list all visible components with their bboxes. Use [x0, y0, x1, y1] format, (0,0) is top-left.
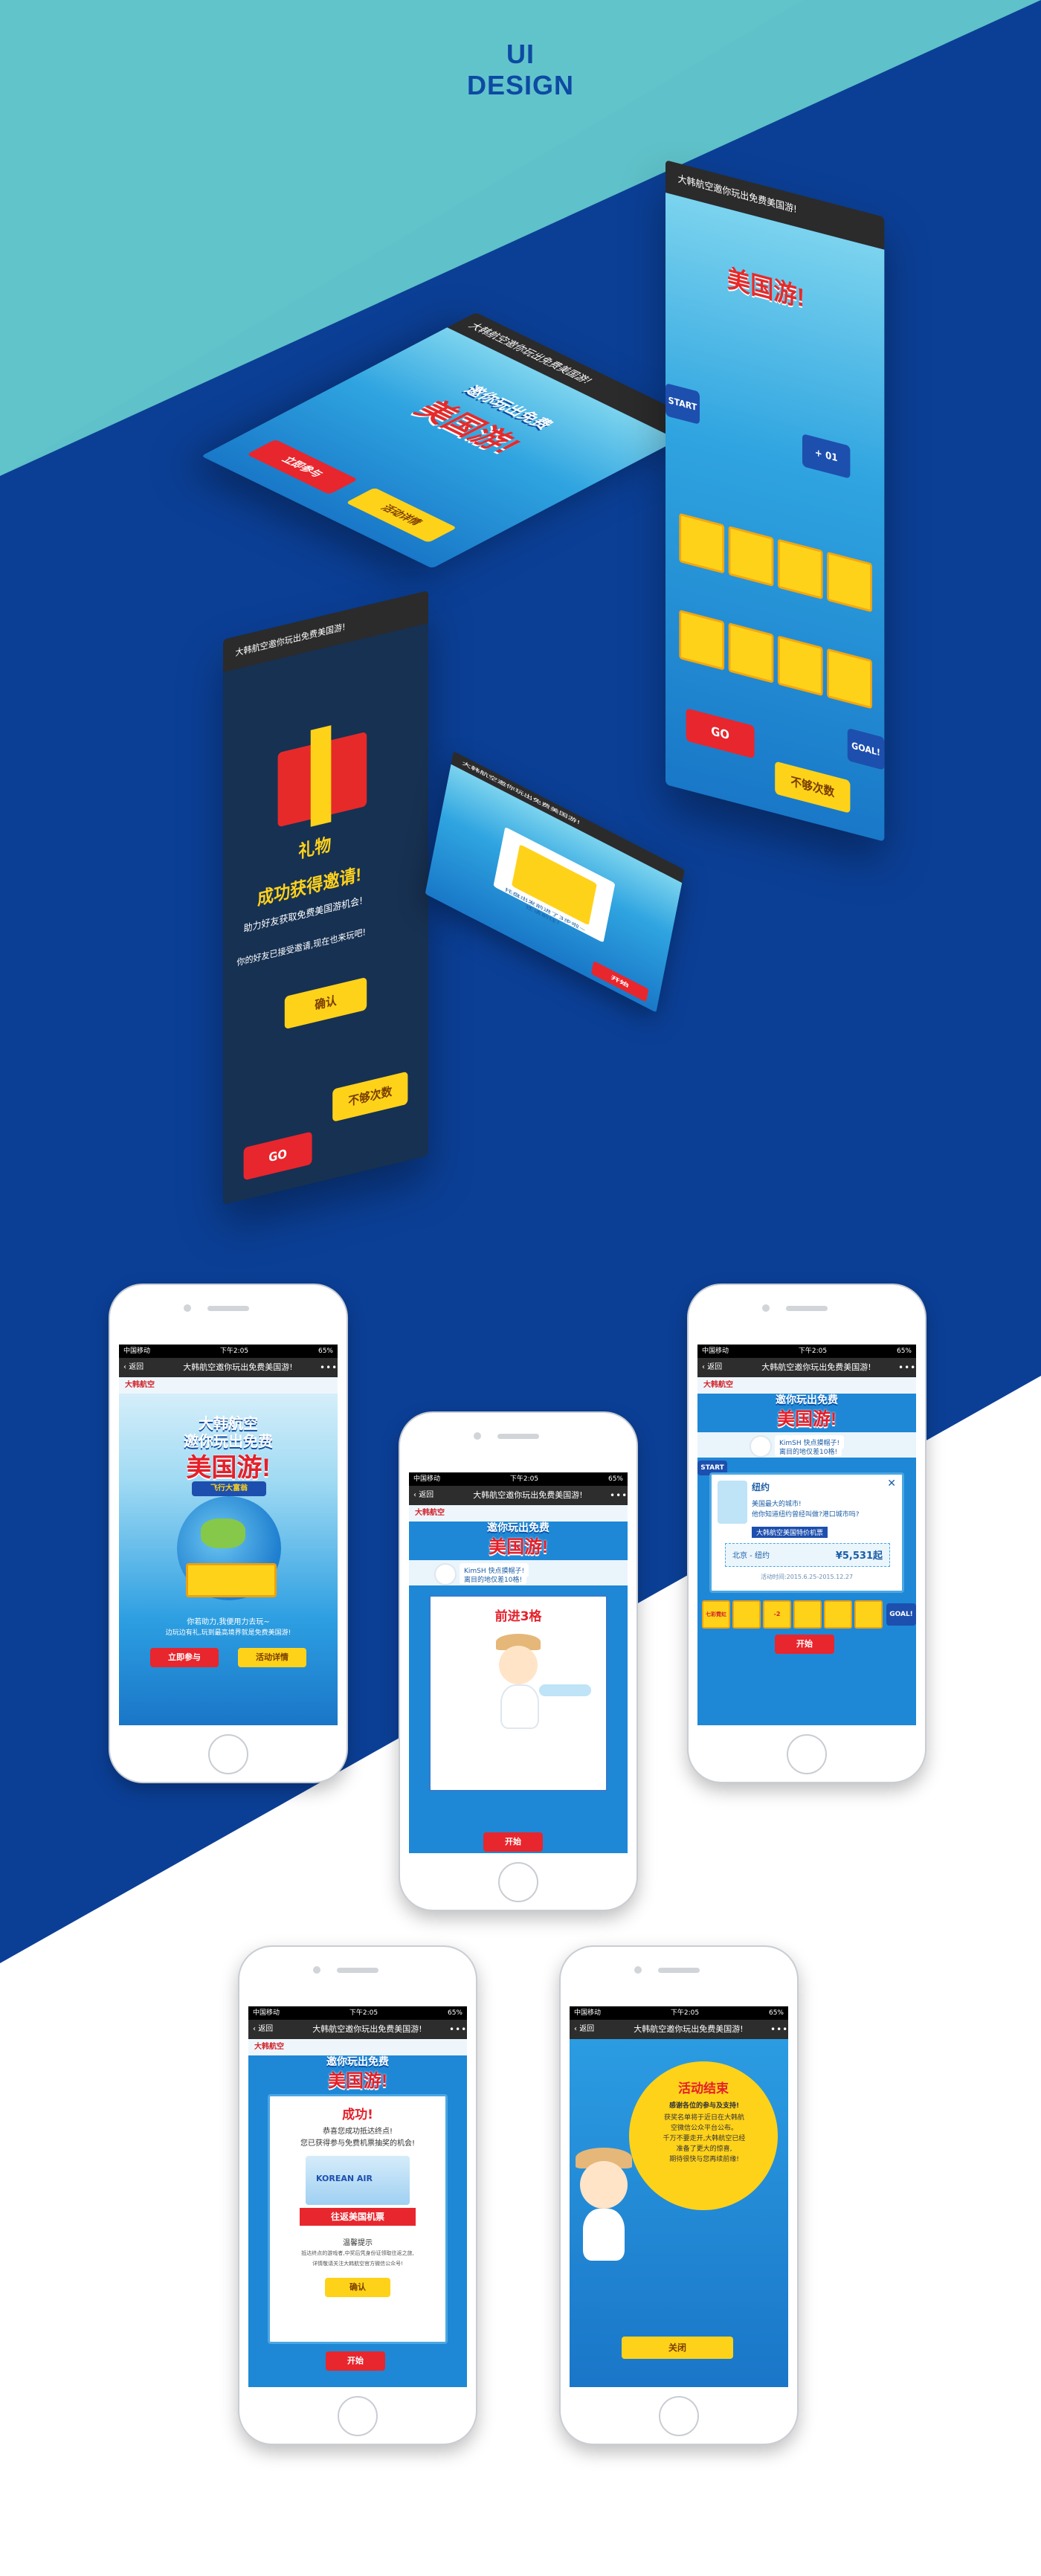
- plane-icon: [539, 1684, 591, 1696]
- ended-line5: 准备了更大的惊喜,: [676, 2145, 732, 2153]
- success-confirm-button[interactable]: 确认: [325, 2278, 390, 2297]
- game-board-illustration: [186, 1563, 277, 1597]
- rules-button[interactable]: 活动详情: [238, 1648, 306, 1667]
- more-button[interactable]: •••: [898, 1358, 916, 1377]
- phone-ended: 中国移动 下午2:05 65% ‹ 返回 大韩航空邀你玩出免费美国游! ••• 活动…: [559, 1945, 799, 2445]
- more-button[interactable]: •••: [320, 1358, 338, 1377]
- city-close-button[interactable]: ✕: [887, 1478, 896, 1490]
- status-bar: 中国移动 下午2:05 65%: [248, 2006, 467, 2020]
- nav-title: 大韩航空邀你玩出免费美国游!: [312, 2024, 422, 2034]
- phone-advance: 中国移动 下午2:05 65% ‹ 返回 大韩航空邀你玩出免费美国游! ••• 大韩…: [399, 1411, 638, 1911]
- success-ribbon: 往返美国机票: [300, 2208, 416, 2226]
- more-button[interactable]: •••: [610, 1486, 628, 1505]
- phone-home: 中国移动 下午2:05 65% ‹ 返回 大韩航空邀你玩出免费美国游! ••• …: [109, 1284, 348, 1783]
- city-tag: 大韩航空美国特价机票: [752, 1527, 828, 1538]
- join-button[interactable]: 立即参与: [150, 1648, 219, 1667]
- brand-logo: 大韩航空: [409, 1505, 628, 1522]
- mascot-body: [583, 2209, 625, 2261]
- city-period: 活动时间:2015.6.25-2015.12.27: [760, 1574, 854, 1580]
- city-route: 北京 - 纽约: [732, 1552, 770, 1560]
- status-bar: 中国移动 下午2:05 65%: [119, 1345, 338, 1358]
- goal-tile: GOAL!: [886, 1603, 916, 1626]
- board-title-big: 美国游!: [489, 1537, 548, 1557]
- hint-line1: 抵达终点的游戏者,中奖后凭身份证领取往返之旅,: [301, 2250, 414, 2256]
- brand-logo: 大韩航空: [119, 1377, 338, 1394]
- brand-logo: 大韩航空: [697, 1377, 916, 1394]
- home-button[interactable]: [498, 1862, 538, 1902]
- board-title-big: 美国游!: [777, 1409, 837, 1429]
- nav-bar: ‹ 返回 大韩航空邀你玩出免费美国游! •••: [248, 2020, 467, 2039]
- nav-title: 大韩航空邀你玩出免费美国游!: [473, 1490, 583, 1500]
- city-dialog: 纽约 ✕ 美国最大的城市! 他你知道纽约曾经叫做?港口城市吗? 大韩航空美国特价…: [709, 1472, 904, 1593]
- success-dialog: 成功! 恭喜您成功抵达终点! 您已获得参与免费机票抽奖的机会! KOREAN A…: [268, 2094, 448, 2344]
- friend-desc: 离目的地仅差10格!: [775, 1446, 842, 1457]
- back-button[interactable]: ‹ 返回: [570, 2020, 607, 2039]
- nav-title: 大韩航空邀你玩出免费美国游!: [183, 1362, 293, 1372]
- nav-bar: ‹ 返回 大韩航空邀你玩出免费美国游! •••: [570, 2020, 788, 2039]
- back-button[interactable]: ‹ 返回: [248, 2020, 286, 2039]
- status-bar: 中国移动 下午2:05 65%: [409, 1472, 628, 1486]
- home-button[interactable]: [208, 1734, 248, 1774]
- home-button[interactable]: [338, 2396, 378, 2436]
- friend-avatar: [750, 1435, 772, 1458]
- success-title: 成功!: [342, 2108, 373, 2122]
- ended-line4: 千万不要走开,大韩航空已经: [663, 2135, 746, 2142]
- ticket-brand: KOREAN AIR: [316, 2174, 373, 2183]
- friend-avatar: [434, 1563, 457, 1585]
- iso-screen-board: 大韩航空邀你玩出免费美国游! 美国游! GO 不够次数 START GOAL! …: [665, 160, 885, 842]
- board-title-big: 美国游!: [328, 2071, 387, 2091]
- status-bar: 中国移动 下午2:05 65%: [570, 2006, 788, 2020]
- city-name: 纽约: [752, 1482, 770, 1493]
- city-question2: 他你知道纽约曾经叫做?港口城市吗?: [752, 1511, 860, 1519]
- home-intro-line1: 你若助力,我便用力去玩~: [187, 1618, 270, 1626]
- mascot-head: [499, 1646, 538, 1684]
- more-button[interactable]: •••: [449, 2020, 467, 2039]
- city-price: ¥5,531起: [835, 1551, 883, 1562]
- board-tiles: 七彩霓虹 -2: [702, 1600, 883, 1629]
- advance-dialog: 前进3格: [428, 1594, 608, 1792]
- iso-screen-gift: 大韩航空邀你玩出免费美国游! 礼物 成功获得邀请! 助力好友获取免费美国游机会!…: [223, 590, 428, 1205]
- friend-desc: 离目的地仅差10格!: [460, 1574, 527, 1585]
- city-question1: 美国最大的城市!: [752, 1501, 802, 1508]
- header-title-design: DESIGN: [466, 70, 575, 100]
- back-button[interactable]: ‹ 返回: [119, 1358, 156, 1377]
- back-button[interactable]: ‹ 返回: [697, 1358, 735, 1377]
- mascot-head: [580, 2161, 628, 2209]
- ended-line3: 空微信公众平台公布。: [670, 2125, 738, 2132]
- home-button[interactable]: [659, 2396, 699, 2436]
- city-icon: [718, 1481, 747, 1524]
- nav-title: 大韩航空邀你玩出免费美国游!: [761, 1362, 871, 1372]
- nav-bar: ‹ 返回 大韩航空邀你玩出免费美国游! •••: [697, 1358, 916, 1377]
- brand-logo: 大韩航空: [248, 2039, 467, 2055]
- hint-line2: 详情敬请关注大韩航空官方微信公众号!: [312, 2261, 403, 2267]
- board-roll-button[interactable]: 开始: [483, 1832, 543, 1852]
- phone-success: 中国移动 下午2:05 65% ‹ 返回 大韩航空邀你玩出免费美国游! ••• 大韩…: [238, 1945, 477, 2445]
- ended-line1: 感谢各位的参与及支持!: [668, 2102, 740, 2110]
- more-button[interactable]: •••: [770, 2020, 788, 2039]
- hint-title: 温馨提示: [343, 2239, 373, 2247]
- ended-close-button[interactable]: 关闭: [622, 2337, 733, 2359]
- board-roll-button[interactable]: 开始: [326, 2351, 385, 2371]
- advance-title: 前进3格: [494, 1609, 542, 1624]
- status-bar: 中国移动 下午2:05 65%: [697, 1345, 916, 1358]
- home-button[interactable]: [787, 1734, 827, 1774]
- phone-city: 中国移动 下午2:05 65% ‹ 返回 大韩航空邀你玩出免费美国游! ••• 大韩…: [687, 1284, 926, 1783]
- back-button[interactable]: ‹ 返回: [409, 1486, 446, 1505]
- board-roll-button[interactable]: 开始: [775, 1635, 834, 1654]
- home-title-big: 美国游!: [186, 1454, 271, 1482]
- home-ribbon: 飞行大富翁: [192, 1481, 266, 1496]
- nav-bar: ‹ 返回 大韩航空邀你玩出免费美国游! •••: [409, 1486, 628, 1505]
- nav-bar: ‹ 返回 大韩航空邀你玩出免费美国游! •••: [119, 1358, 338, 1377]
- success-line2: 您已获得参与免费机票抽奖的机会!: [300, 2139, 415, 2148]
- ended-line2: 获奖名单将于近日在大韩航: [663, 2114, 744, 2122]
- success-line1: 恭喜您成功抵达终点!: [322, 2128, 393, 2136]
- ended-line6: 期待很快与您再续前缘!: [669, 2156, 739, 2163]
- mascot-body: [500, 1684, 539, 1729]
- home-intro-line2: 边玩边有礼,玩到最高境界就是免费美国游!: [165, 1629, 291, 1637]
- ended-title: 活动结束: [678, 2081, 729, 2096]
- header-title-ui: UI: [506, 39, 535, 69]
- nav-title: 大韩航空邀你玩出免费美国游!: [634, 2024, 744, 2034]
